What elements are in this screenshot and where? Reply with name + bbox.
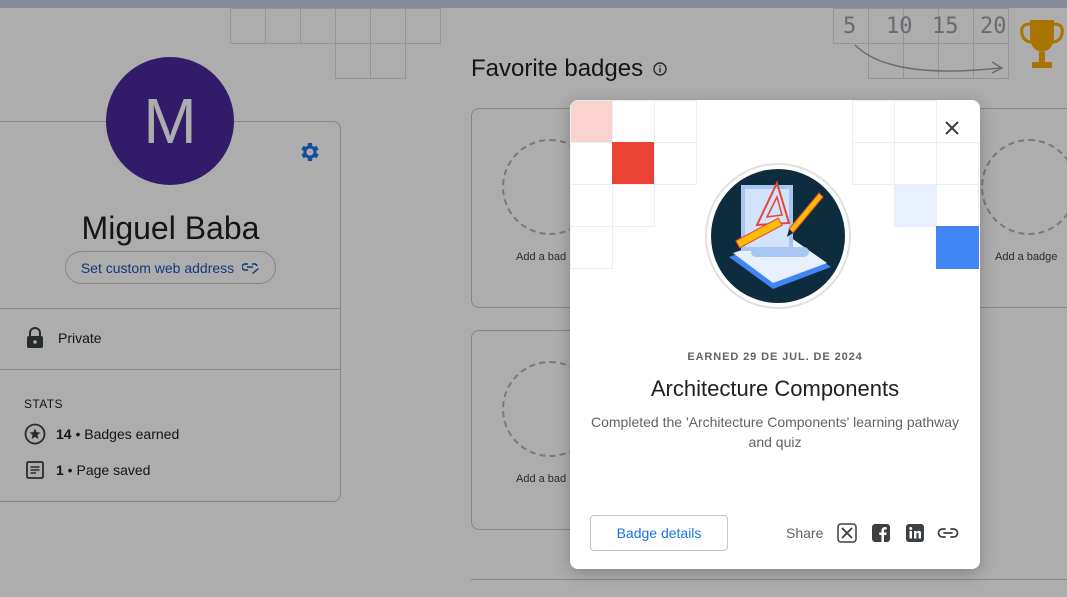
badge-title: Architecture Components — [650, 376, 900, 401]
close-button[interactable] — [940, 116, 964, 140]
x-icon[interactable] — [837, 523, 857, 543]
linkedin-icon[interactable] — [905, 523, 925, 543]
badge-dialog: EARNED 29 DE JUL. DE 2024 Architecture C… — [570, 100, 980, 569]
facebook-icon[interactable] — [871, 523, 891, 543]
architecture-badge-icon — [711, 169, 845, 303]
link-icon[interactable] — [937, 523, 959, 543]
share-label: Share — [786, 525, 824, 541]
badge-image — [705, 163, 851, 309]
close-icon — [945, 121, 959, 135]
badge-description: Completed the 'Architecture Components' … — [591, 414, 959, 450]
badge-details-button[interactable]: Badge details — [590, 515, 728, 551]
earned-date: EARNED 29 DE JUL. DE 2024 — [687, 351, 863, 363]
